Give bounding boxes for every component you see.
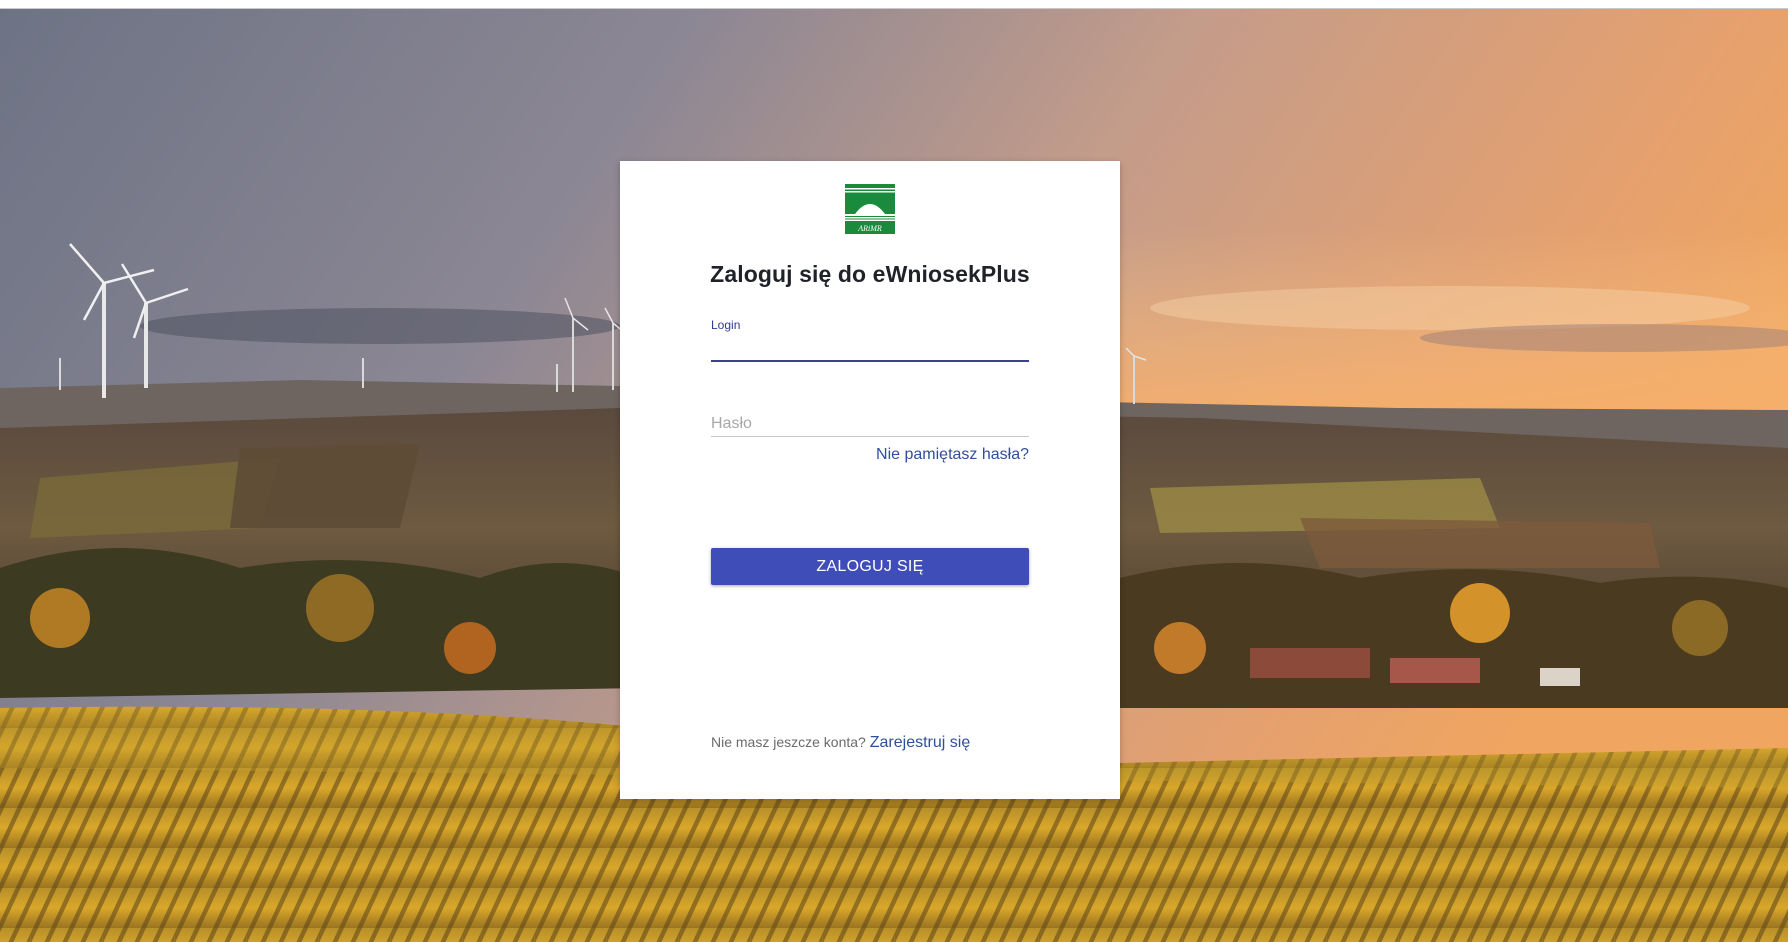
login-card: ARiMR Zaloguj się do eWniosekPlus Login …: [620, 161, 1120, 799]
password-field: [711, 401, 1029, 437]
login-input[interactable]: [711, 336, 1029, 362]
register-link[interactable]: Zarejestruj się: [870, 734, 970, 751]
register-prompt: Nie masz jeszcze konta?: [711, 734, 870, 750]
login-button[interactable]: ZALOGUJ SIĘ: [711, 548, 1029, 585]
login-field: Login: [711, 318, 1029, 362]
browser-bookmarks-strip: [0, 0, 1788, 9]
arimr-logo: ARiMR: [845, 184, 895, 234]
page-title: Zaloguj się do eWniosekPlus: [710, 261, 1030, 287]
forgot-password-link[interactable]: Nie pamiętasz hasła?: [876, 446, 1029, 464]
logo-text: ARiMR: [857, 224, 882, 233]
login-label: Login: [711, 318, 741, 332]
register-row: Nie masz jeszcze konta? Zarejestruj się: [711, 734, 970, 752]
password-input[interactable]: [711, 412, 1029, 437]
login-screen: ARiMR Zaloguj się do eWniosekPlus Login …: [0, 0, 1788, 942]
